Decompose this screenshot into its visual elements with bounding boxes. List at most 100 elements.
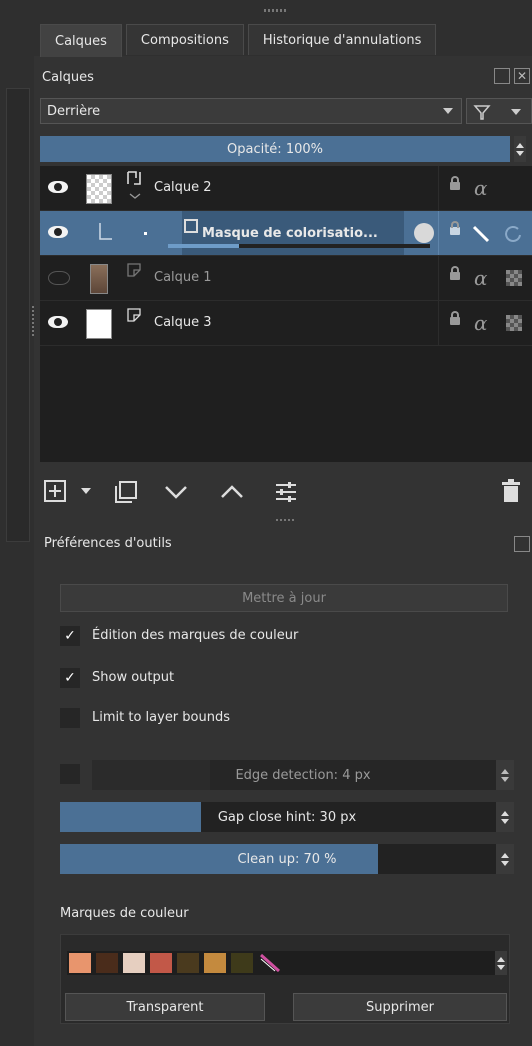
layer-row[interactable]: Calque 2 α <box>40 166 532 211</box>
indent-dot <box>144 232 147 235</box>
layer-thumbnail <box>86 309 112 339</box>
delete-icon[interactable] <box>500 478 522 504</box>
tree-connector-icon <box>99 223 112 240</box>
slider-fill <box>92 760 211 790</box>
opacity-slider[interactable]: Opacité: 100% <box>40 136 510 162</box>
layers-list: Calque 2 α Masque de colorisatio... Calq… <box>40 166 532 462</box>
color-swatch[interactable] <box>177 953 199 973</box>
checkbox-label: Édition des marques de couleur <box>92 628 299 643</box>
slider-spinner[interactable] <box>496 760 514 790</box>
transparent-swatch-icon[interactable] <box>259 953 281 973</box>
tab-label: Historique d'annulations <box>262 32 422 48</box>
move-down-icon[interactable] <box>164 484 188 500</box>
close-icon[interactable]: ✕ <box>514 68 530 84</box>
layer-name[interactable]: Calque 3 <box>154 315 212 330</box>
lock-icon[interactable] <box>450 176 460 190</box>
lock-icon[interactable] <box>450 221 460 235</box>
docker-tabs: Calques Compositions Historique d'annula… <box>40 24 437 57</box>
blend-mode-select[interactable]: Derrière <box>40 98 462 124</box>
chevron-down-icon <box>443 108 453 114</box>
checkbox-show-output[interactable]: ✓ <box>60 668 80 688</box>
properties-icon[interactable] <box>274 480 298 504</box>
tool-prefs-title: Préférences d'outils <box>44 536 172 551</box>
color-marks-box: Transparent Supprimer <box>60 934 510 1024</box>
paint-layer-icon <box>127 308 141 322</box>
colorize-mask-icon <box>184 219 198 233</box>
slider-fill <box>60 802 201 832</box>
panel-grip[interactable] <box>264 9 286 12</box>
duplicate-icon[interactable] <box>114 480 138 504</box>
tab-label: Calques <box>55 33 107 49</box>
layer-row[interactable]: Calque 1 α <box>40 256 532 301</box>
checkbox-label: Limit to layer bounds <box>92 710 230 725</box>
layer-name[interactable]: Calque 1 <box>154 270 212 285</box>
layers-panel-title: Calques <box>42 70 94 85</box>
layer-thumbnail <box>90 264 108 294</box>
slider-spinner[interactable] <box>496 844 514 874</box>
alpha-lock-icon[interactable]: α <box>474 266 488 290</box>
transparent-button[interactable]: Transparent <box>65 993 265 1021</box>
slider-label: Clean up: 70 % <box>237 851 337 867</box>
mask-progress-fill <box>168 244 239 248</box>
visibility-eye-icon[interactable] <box>48 316 68 328</box>
float-icon[interactable] <box>514 536 530 552</box>
layer-filter-button[interactable] <box>466 98 532 124</box>
dropdown-icon[interactable] <box>80 486 92 496</box>
inherit-alpha-icon[interactable] <box>506 315 522 331</box>
add-layer-icon[interactable] <box>44 480 66 502</box>
delete-button[interactable]: Supprimer <box>293 993 507 1021</box>
visibility-eye-icon[interactable] <box>48 226 68 238</box>
inherit-alpha-icon[interactable] <box>506 270 522 286</box>
refresh-icon[interactable] <box>502 223 524 245</box>
paint-layer-icon <box>127 263 141 277</box>
color-swatch[interactable] <box>123 953 145 973</box>
button-label: Transparent <box>126 999 204 1015</box>
visibility-eye-off-icon[interactable] <box>48 271 70 285</box>
checkbox-label: Show output <box>92 670 175 685</box>
move-up-icon[interactable] <box>220 484 244 500</box>
left-dock-bar <box>6 88 30 542</box>
checkbox-edge-detection[interactable] <box>60 764 80 784</box>
lock-icon[interactable] <box>450 311 460 325</box>
visibility-eye-icon[interactable] <box>48 181 68 193</box>
alpha-lock-icon[interactable]: α <box>474 311 488 335</box>
button-label: Supprimer <box>366 999 434 1015</box>
slider-spinner[interactable] <box>496 802 514 832</box>
brush-stroke-icon[interactable] <box>470 223 492 245</box>
edge-detection-slider[interactable]: Edge detection: 4 px <box>92 760 514 790</box>
mask-name-editor[interactable]: Masque de colorisatio... <box>182 211 404 255</box>
tab-calques[interactable]: Calques <box>40 24 122 57</box>
tab-historique[interactable]: Historique d'annulations <box>247 24 437 55</box>
lock-icon[interactable] <box>450 266 460 280</box>
opacity-label: Opacité: 100% <box>227 141 323 157</box>
update-button-label: Mettre à jour <box>242 590 326 606</box>
color-marks-title: Marques de couleur <box>60 906 189 921</box>
slider-label: Edge detection: 4 px <box>235 767 371 783</box>
color-swatch[interactable] <box>204 953 226 973</box>
color-swatch[interactable] <box>150 953 172 973</box>
gap-close-slider[interactable]: Gap close hint: 30 px <box>60 802 514 832</box>
opacity-spinner[interactable] <box>514 136 526 162</box>
alpha-lock-icon[interactable]: α <box>474 176 488 200</box>
float-icon[interactable] <box>494 68 510 84</box>
swatch-scroll-spinner[interactable] <box>495 951 507 975</box>
clean-up-slider[interactable]: Clean up: 70 % <box>60 844 514 874</box>
splitter-grip[interactable] <box>276 519 294 521</box>
layer-name: Masque de colorisatio... <box>202 225 378 241</box>
color-swatch[interactable] <box>96 953 118 973</box>
color-swatch[interactable] <box>231 953 253 973</box>
mask-progress <box>168 244 430 248</box>
checkbox-edit-color-marks[interactable]: ✓ <box>60 626 80 646</box>
tab-label: Compositions <box>140 32 229 48</box>
vector-layer-icon <box>127 171 141 199</box>
swatch-strip <box>67 951 495 975</box>
layers-toolbar <box>40 474 532 514</box>
checkbox-limit-bounds[interactable] <box>60 708 80 728</box>
color-swatch[interactable] <box>69 953 91 973</box>
layer-row-selected[interactable]: Masque de colorisatio... <box>40 211 532 256</box>
color-picker-circle-icon[interactable] <box>414 223 434 243</box>
update-button[interactable]: Mettre à jour <box>60 584 508 612</box>
layer-row[interactable]: Calque 3 α <box>40 301 532 346</box>
layer-name[interactable]: Calque 2 <box>154 180 212 195</box>
tab-compositions[interactable]: Compositions <box>125 24 244 55</box>
